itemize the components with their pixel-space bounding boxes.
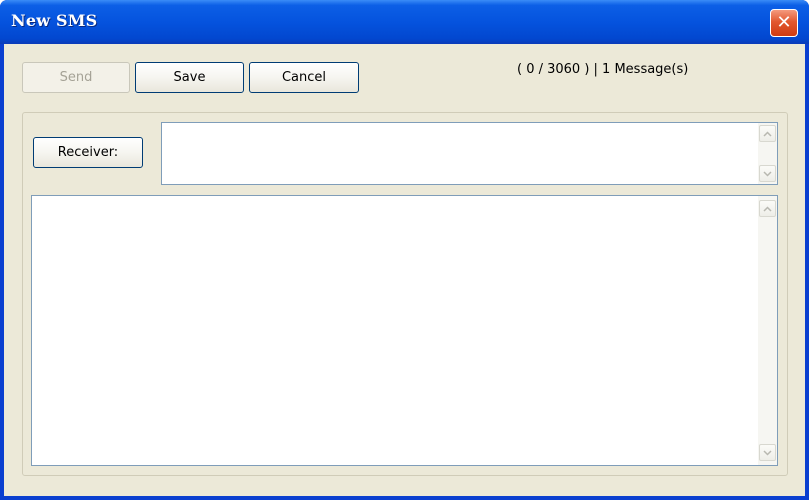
title-bar[interactable]: New SMS ✕ <box>0 0 809 44</box>
send-button[interactable]: Send <box>22 62 130 93</box>
receiver-field[interactable] <box>161 122 778 185</box>
receiver-scroll-down-button[interactable] <box>759 165 776 182</box>
save-button[interactable]: Save <box>135 62 244 93</box>
receiver-scrollbar[interactable] <box>758 123 777 184</box>
chevron-down-icon <box>763 170 772 177</box>
message-scroll-up-button[interactable] <box>759 200 776 217</box>
chevron-up-icon <box>763 205 772 212</box>
message-body-field[interactable] <box>31 195 778 466</box>
dialog-body: Send Save Cancel ( 0 / 3060 ) | 1 Messag… <box>4 44 805 496</box>
close-icon: ✕ <box>776 12 792 33</box>
message-scroll-down-button[interactable] <box>759 444 776 461</box>
window-title: New SMS <box>11 11 98 30</box>
chevron-up-icon <box>763 130 772 137</box>
message-scrollbar[interactable] <box>758 196 777 465</box>
receiver-button[interactable]: Receiver: <box>33 137 143 168</box>
character-count-status: ( 0 / 3060 ) | 1 Message(s) <box>517 62 689 77</box>
cancel-button[interactable]: Cancel <box>249 62 359 93</box>
compose-group: Receiver: <box>22 112 788 476</box>
new-sms-window: New SMS ✕ Send Save Cancel ( 0 / 3060 ) … <box>0 0 809 500</box>
chevron-down-icon <box>763 449 772 456</box>
receiver-scroll-up-button[interactable] <box>759 125 776 142</box>
close-button[interactable]: ✕ <box>770 9 798 37</box>
